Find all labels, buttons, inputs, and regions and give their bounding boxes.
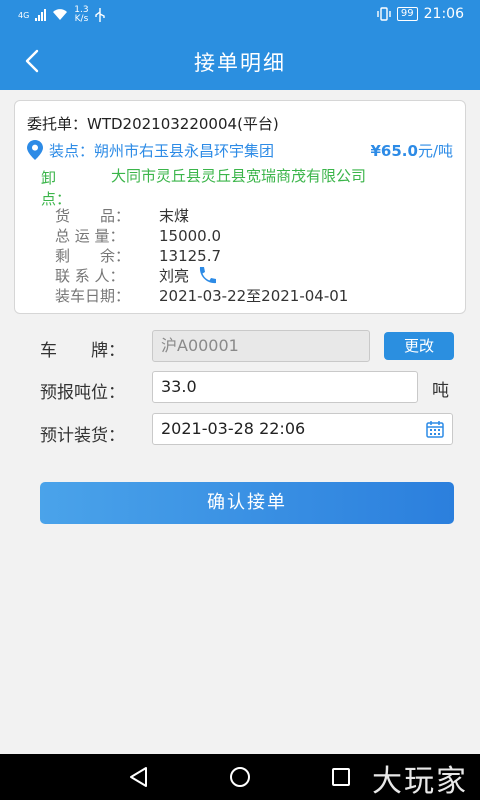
clock: 21:06 [423,6,464,22]
load-point-label: 装点： [49,142,95,160]
goods-label: 货 品： [55,207,131,225]
order-number: 委托单：WTD202103220004(平台) [27,115,279,133]
speed-unit: K/s [74,14,89,24]
system-nav-bar: 大玩家 [0,754,480,800]
load-time-input[interactable]: 2021-03-28 22:06 [152,413,453,445]
wifi-icon [53,9,68,20]
phone-icon[interactable] [196,265,218,285]
contact-value: 刘亮 [159,267,190,285]
contact-row: 联 系 人： 刘亮 [27,265,453,286]
location-pin-icon [27,140,43,160]
unload-point-label: 卸点： [41,169,72,208]
app-header: 接单明细 [0,32,480,90]
contact-label: 联 系 人： [55,267,125,285]
total-volume-row: 总 运 量： 15000.0 [27,225,453,246]
load-point-row: 装点： 朔州市右玉县永昌环宇集团 ¥65.0元/吨 [27,140,453,161]
order-detail-card: 委托单：WTD202103220004(平台) 装点： 朔州市右玉县永昌环宇集团… [14,100,466,314]
calendar-icon[interactable] [426,420,444,438]
loading-date-value: 2021-03-22至2021-04-01 [159,287,349,305]
confirm-order-button[interactable]: 确认接单 [40,482,454,524]
watermark-text: 大玩家 [372,764,468,799]
tonnage-label: 预报吨位： [40,383,125,403]
remaining-row: 剩 余： 13125.7 [27,245,453,266]
goods-value: 末煤 [159,207,190,225]
loading-date-row: 装车日期： 2021-03-22至2021-04-01 [27,285,453,306]
remaining-label: 剩 余： [55,247,131,265]
total-volume-label: 总 运 量： [55,227,125,245]
price-value: ¥65.0 [370,142,418,160]
load-time-value: 2021-03-28 22:06 [161,419,306,438]
signal-icon [35,9,47,21]
status-bar: 4G 1.3 K/s 99 21:06 [0,0,480,32]
unload-point-value: 大同市灵丘县灵丘县宽瑞商茂有限公司 [111,167,367,185]
tonnage-unit: 吨 [432,381,449,401]
loading-date-label: 装车日期： [55,287,131,305]
page-title: 接单明细 [194,51,286,75]
network-type: 4G [18,10,30,20]
total-volume-value: 15000.0 [159,227,222,245]
usb-icon [94,8,105,22]
network-speed: 1.3 K/s [74,6,88,24]
price-unit: 元/吨 [417,142,453,160]
goods-row: 货 品： 末煤 [27,205,453,226]
home-circle-icon[interactable] [227,764,253,790]
remaining-value: 13125.7 [159,247,222,265]
load-point-value: 朔州市右玉县永昌环宇集团 [94,142,275,160]
unload-point-row: 卸点： 大同市灵丘县灵丘县宽瑞商茂有限公司 [27,167,453,209]
plate-label: 车 牌： [40,341,125,361]
battery-level: 99 [400,8,414,19]
recent-apps-icon[interactable] [328,764,354,790]
vibrate-icon [377,7,391,21]
battery-icon: 99 [396,7,418,21]
load-time-label: 预计装货： [40,426,125,446]
change-plate-button[interactable]: 更改 [384,332,454,360]
back-triangle-icon[interactable] [126,764,152,790]
plate-input: 沪A00001 [152,330,370,362]
tonnage-input[interactable]: 33.0 [152,371,418,403]
freight-price: ¥65.0元/吨 [370,140,453,161]
